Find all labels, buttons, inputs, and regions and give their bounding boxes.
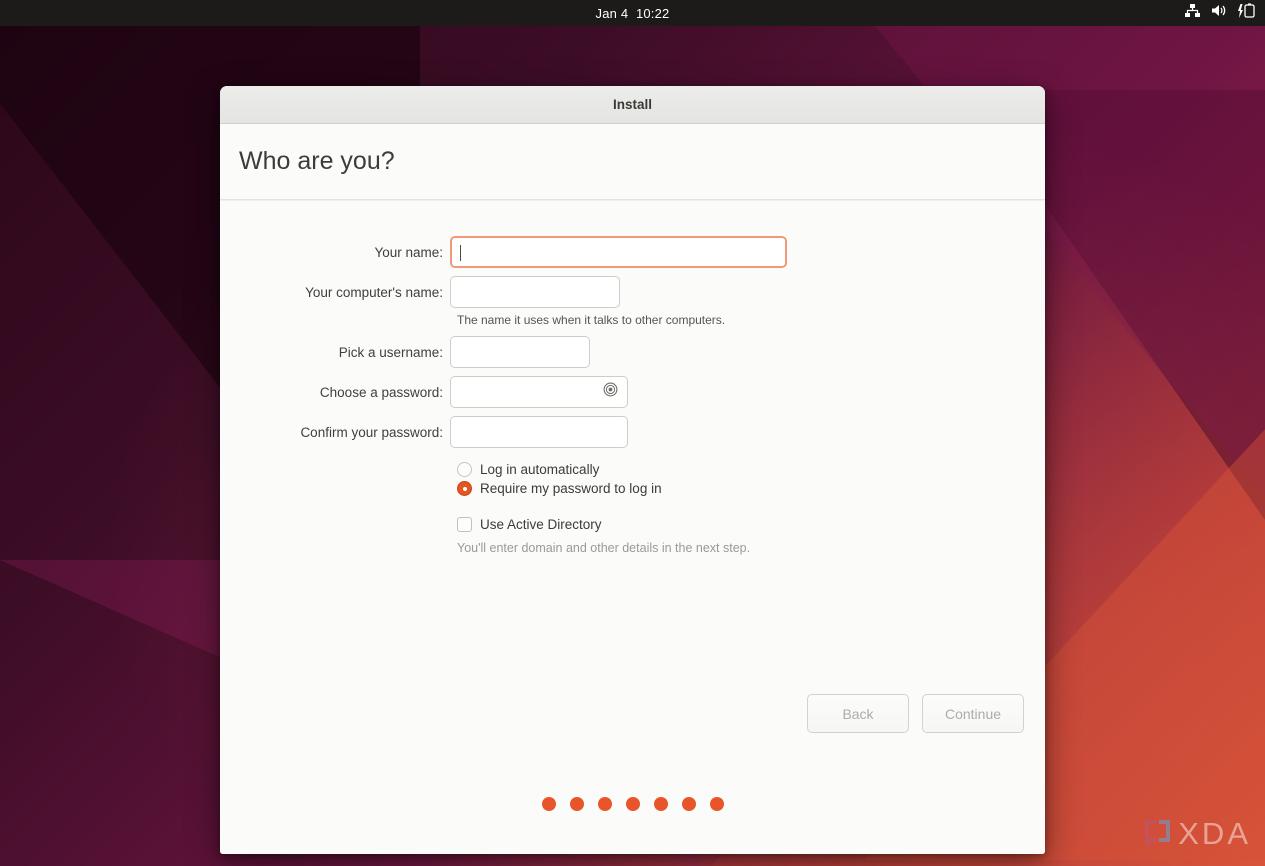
label-confirm-password: Confirm your password:: [300, 424, 443, 440]
computer-name-hint: The name it uses when it talks to other …: [457, 313, 726, 327]
field-row-password: Choose a password:: [220, 376, 1045, 408]
checkbox-row-active-directory[interactable]: Use Active Directory: [457, 517, 1045, 532]
label-active-directory: Use Active Directory: [480, 517, 602, 532]
field-row-computer-name: Your computer's name:: [220, 276, 1045, 308]
username-input[interactable]: [450, 336, 590, 368]
volume-icon[interactable]: [1210, 3, 1228, 23]
desktop: Jan 4 10:22 Install Who are you? Your na…: [0, 0, 1265, 866]
label-computer-name: Your computer's name:: [305, 284, 443, 300]
continue-button[interactable]: Continue: [922, 694, 1024, 733]
reveal-password-icon[interactable]: [603, 382, 618, 402]
user-details-form: Your name: Your computer's name: The nam…: [220, 236, 1045, 555]
field-row-confirm-password: Confirm your password:: [220, 416, 1045, 448]
page-title: Who are you?: [239, 147, 395, 175]
label-your-name: Your name:: [374, 244, 443, 260]
text-caret: [460, 245, 461, 261]
install-dialog: Install Who are you? Your name: Your com…: [220, 86, 1045, 854]
progress-dot: [541, 797, 556, 811]
progress-dot: [709, 797, 724, 811]
label-require-password: Require my password to log in: [480, 481, 662, 496]
window-title: Install: [612, 97, 652, 112]
progress-dot: [625, 797, 640, 811]
battery-charging-icon[interactable]: [1237, 2, 1257, 24]
progress-dot: [569, 797, 584, 811]
radio-require-password[interactable]: [457, 481, 472, 496]
clock[interactable]: Jan 4 10:22: [596, 6, 670, 21]
xda-bracket-icon: [1145, 820, 1171, 849]
password-input[interactable]: [450, 376, 628, 408]
label-password: Choose a password:: [319, 384, 443, 400]
system-tray: [1184, 0, 1257, 26]
active-directory-hint: You'll enter domain and other details in…: [457, 541, 751, 555]
dialog-body: Your name: Your computer's name: The nam…: [220, 200, 1045, 854]
xda-wordmark: XDA: [1178, 816, 1251, 851]
xda-watermark: XDA: [1143, 816, 1251, 852]
dialog-actions: Back Continue: [807, 694, 1024, 733]
dialog-titlebar[interactable]: Install: [220, 86, 1045, 124]
label-username: Pick a username:: [338, 344, 443, 360]
progress-dot: [681, 797, 696, 811]
confirm-password-input[interactable]: [450, 416, 628, 448]
label-auto-login: Log in automatically: [480, 462, 600, 477]
field-row-username: Pick a username:: [220, 336, 1045, 368]
your-name-input[interactable]: [450, 236, 787, 268]
progress-dots: [220, 797, 1045, 811]
radio-row-require-password[interactable]: Require my password to log in: [457, 481, 1045, 496]
progress-dot: [653, 797, 668, 811]
dialog-header: Who are you?: [220, 124, 1045, 200]
checkbox-active-directory[interactable]: [457, 517, 472, 532]
field-row-your-name: Your name:: [220, 236, 1045, 268]
radio-auto-login[interactable]: [457, 462, 472, 477]
computer-name-input[interactable]: [450, 276, 620, 308]
network-wired-icon[interactable]: [1184, 3, 1201, 23]
top-bar: Jan 4 10:22: [0, 0, 1265, 26]
radio-row-auto-login[interactable]: Log in automatically: [457, 462, 1045, 477]
progress-dot: [597, 797, 612, 811]
back-button[interactable]: Back: [807, 694, 909, 733]
